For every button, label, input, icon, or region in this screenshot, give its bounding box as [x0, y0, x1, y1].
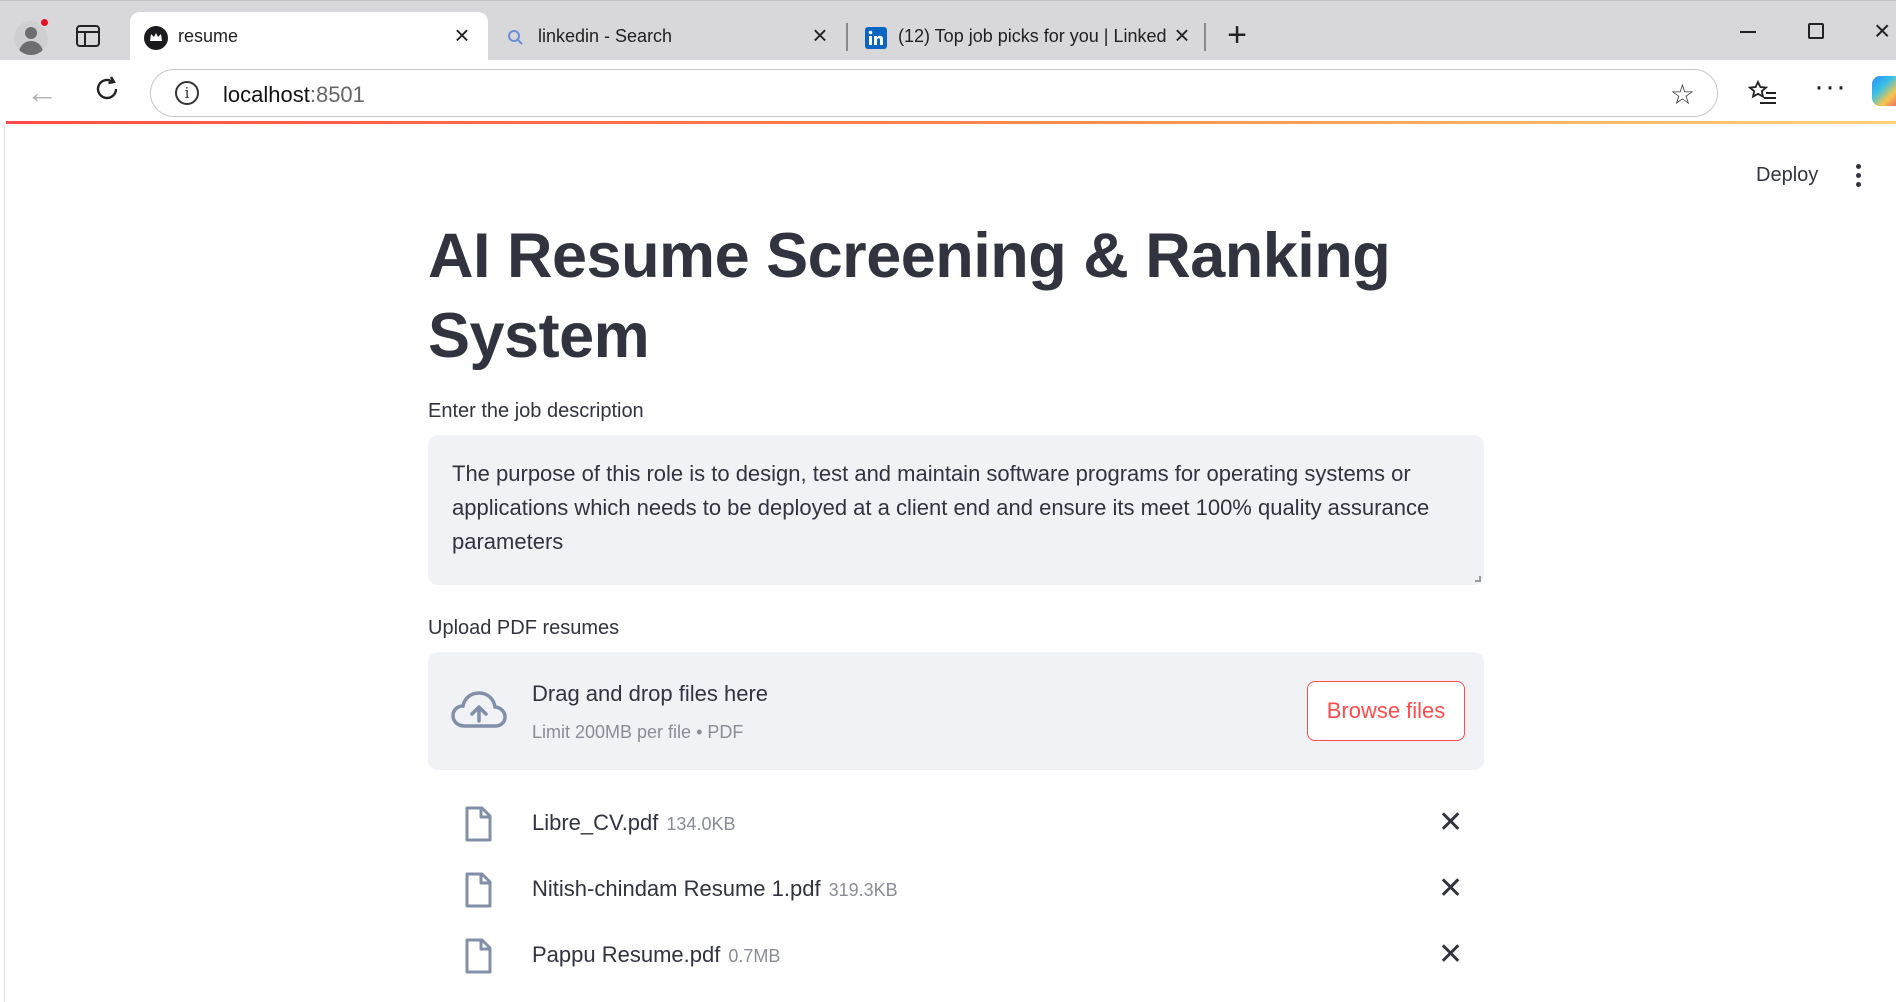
file-name: Nitish-chindam Resume 1.pdf 319.3KB [532, 876, 898, 902]
file-icon [465, 806, 492, 842]
file-name-text: Pappu Resume.pdf [532, 942, 721, 967]
file-name-text: Nitish-chindam Resume 1.pdf [532, 876, 821, 901]
streamlit-crown-icon [144, 26, 168, 50]
tab-title: resume [178, 26, 239, 46]
job-description-label: Enter the job description [428, 400, 644, 422]
url-port: :8501 [309, 82, 365, 107]
back-icon[interactable]: ← [26, 76, 58, 108]
main-menu-icon[interactable] [1856, 164, 1862, 188]
tab-title: linkedin - Search [538, 26, 673, 46]
minimize-icon[interactable] [1740, 31, 1756, 33]
remove-file-icon[interactable]: ✕ [1438, 874, 1463, 904]
remove-file-icon[interactable]: ✕ [1438, 940, 1463, 970]
linkedin-icon [865, 27, 887, 49]
window-close-icon[interactable]: × [1874, 15, 1890, 47]
uploaded-file-row: Nitish-chindam Resume 1.pdf 319.3KB ✕ [428, 870, 1484, 914]
upload-label: Upload PDF resumes [428, 617, 620, 639]
file-dropzone[interactable]: Drag and drop files here Limit 200MB per… [428, 652, 1484, 770]
uploaded-file-row: Pappu Resume.pdf 0.7MB ✕ [428, 936, 1484, 980]
tab-title: (12) Top job picks for you | Linked [898, 26, 1166, 46]
tab-linkedin-search[interactable]: linkedin - Search × [490, 12, 846, 61]
close-tab-icon[interactable]: × [808, 22, 832, 48]
url-field[interactable]: i localhost:8501 ☆ [150, 69, 1718, 117]
job-description-textarea[interactable]: The purpose of this role is to design, t… [428, 435, 1484, 585]
resize-handle[interactable] [1475, 576, 1481, 582]
maximize-icon[interactable] [1808, 23, 1824, 39]
dropzone-limit-text: Limit 200MB per file • PDF [532, 722, 744, 742]
file-name: Libre_CV.pdf 134.0KB [532, 810, 735, 836]
browser-tab-strip: resume × linkedin - Search × (12) Top jo… [0, 0, 1896, 61]
file-icon [465, 938, 492, 974]
uploaded-file-row: Libre_CV.pdf 134.0KB ✕ [428, 804, 1484, 848]
dropzone-title: Drag and drop files here [532, 681, 769, 706]
deploy-button[interactable]: Deploy [1756, 164, 1818, 187]
close-tab-icon[interactable]: × [450, 22, 474, 48]
site-info-icon[interactable]: i [175, 81, 199, 105]
tab-actions-icon[interactable] [76, 25, 100, 47]
reload-icon[interactable] [92, 74, 122, 104]
app-viewport: Deploy AI Resume Screening & Ranking Sys… [4, 124, 1896, 1002]
close-tab-icon[interactable]: × [1170, 22, 1194, 48]
browse-files-button[interactable]: Browse files [1307, 681, 1465, 741]
page-title: AI Resume Screening & Ranking System [428, 221, 1391, 371]
url-host: localhost [223, 82, 310, 107]
address-bar-row: ← i localhost:8501 ☆ ··· [0, 60, 1896, 124]
more-options-icon[interactable]: ··· [1814, 70, 1847, 104]
file-icon [465, 872, 492, 908]
file-name: Pappu Resume.pdf 0.7MB [532, 942, 780, 968]
job-description-text: The purpose of this role is to design, t… [452, 461, 1430, 554]
new-tab-icon[interactable]: + [1222, 18, 1252, 52]
url-text: localhost:8501 [223, 82, 365, 108]
favorite-star-icon[interactable]: ☆ [1670, 78, 1695, 111]
tab-separator [846, 23, 848, 51]
file-size: 0.7MB [728, 946, 781, 966]
notification-dot [39, 17, 50, 28]
tab-resume[interactable]: resume × [130, 12, 488, 61]
file-size: 134.0KB [666, 814, 736, 834]
tab-separator [1204, 23, 1206, 51]
search-icon [508, 30, 523, 45]
remove-file-icon[interactable]: ✕ [1438, 808, 1463, 838]
copilot-icon[interactable] [1872, 76, 1896, 106]
file-size: 319.3KB [828, 880, 898, 900]
tab-linkedin-jobs[interactable]: (12) Top job picks for you | Linked × [850, 12, 1210, 61]
file-name-text: Libre_CV.pdf [532, 810, 659, 835]
cloud-upload-icon [451, 691, 507, 728]
favorites-icon[interactable] [1748, 78, 1778, 108]
